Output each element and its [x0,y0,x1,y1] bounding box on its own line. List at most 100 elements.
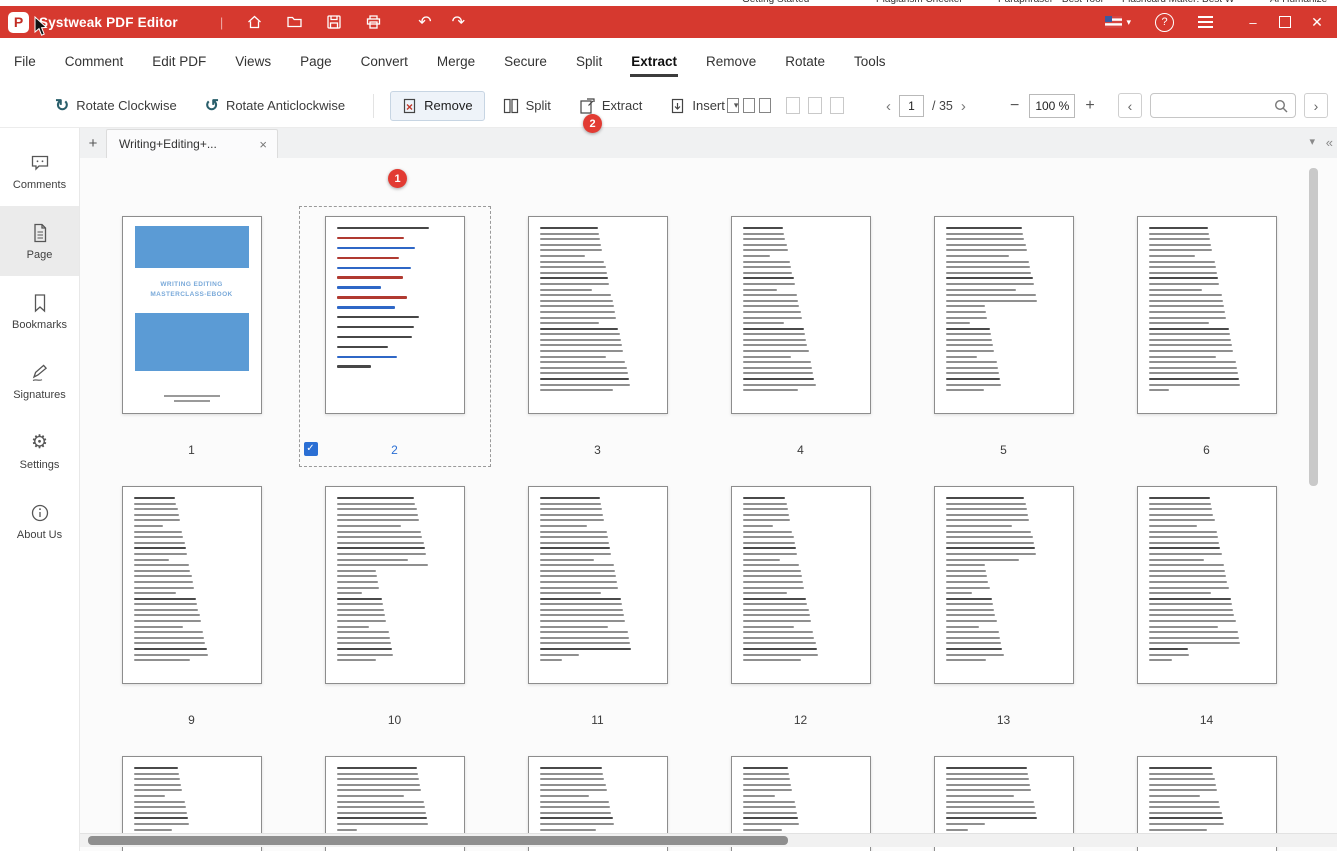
close-window-button[interactable]: ✕ [1301,6,1333,38]
previous-page-icon[interactable]: ‹ [886,99,891,114]
text-line [1148,508,1213,511]
text-line [336,524,402,527]
menu-remove[interactable]: Remove [705,50,757,73]
menu-convert[interactable]: Convert [360,50,409,73]
find-next-button[interactable]: › [1304,93,1328,118]
page-thumbnail[interactable] [121,486,262,684]
page-cell[interactable]: 11 [496,476,699,746]
thumbnail-size-large-toggle[interactable] [786,97,844,114]
page-thumbnail[interactable]: WRITING EDITING MASTERCLASS-EBOOK [121,216,262,414]
page-cell[interactable]: 6 [1105,206,1308,476]
page-thumbnail[interactable] [933,486,1074,684]
menu-comment[interactable]: Comment [64,50,125,73]
menu-merge[interactable]: Merge [436,50,476,73]
page-cell[interactable]: 3 [496,206,699,476]
zoom-level[interactable]: 100 % [1029,94,1076,118]
vertical-scrollbar[interactable] [1309,168,1318,486]
sidebar-item-about-us[interactable]: About Us [0,486,79,556]
menu-file[interactable]: File [13,50,37,73]
sidebar-item-comments[interactable]: Comments [0,136,79,206]
document-tab[interactable]: Writing+Editing+... × [106,129,278,158]
rotate-anticlockwise-button[interactable]: ↺ Rotate Anticlockwise [205,96,345,116]
menu-rotate[interactable]: Rotate [784,50,826,73]
page-thumbnail[interactable] [527,486,668,684]
menu-split[interactable]: Split [575,50,603,73]
page-thumbnail[interactable] [324,216,465,414]
page-number-input[interactable] [899,95,924,117]
print-icon[interactable] [365,6,382,38]
sidebar-item-page[interactable]: Page [0,206,79,276]
sidebar-collapse-icon[interactable]: « [1326,135,1333,150]
page-thumbnail[interactable] [324,486,465,684]
find-previous-button[interactable]: ‹ [1118,93,1142,118]
undo-icon[interactable]: ↶ [418,6,431,38]
sidebar-item-settings[interactable]: ⚙ Settings [0,416,79,486]
page-cell[interactable]: ✓ 2 [293,206,496,476]
text-line [1148,366,1237,369]
save-icon[interactable] [326,6,342,38]
hamburger-menu-icon[interactable] [1198,16,1213,28]
page-cell[interactable]: 9 [90,476,293,746]
page-thumbnail[interactable] [1136,486,1277,684]
zoom-out-icon[interactable]: − [1010,98,1019,114]
sidebar: Comments Page Bookmarks Signatures ⚙ Set… [0,128,80,851]
text-line [539,597,621,600]
page-cell[interactable]: 13 [902,476,1105,746]
text-line [539,564,614,567]
redo-icon[interactable]: ↷ [452,6,465,38]
text-line [945,547,1035,550]
page-cell[interactable]: 5 [902,206,1105,476]
page-thumbnail[interactable] [1136,216,1277,414]
page-thumbnail[interactable] [933,216,1074,414]
page-thumbnail[interactable] [730,216,871,414]
new-tab-button[interactable]: + [80,130,106,158]
sidebar-item-signatures[interactable]: Signatures [0,346,79,416]
close-tab-icon[interactable]: × [259,137,267,152]
titlebar-separator: | [219,14,224,30]
home-icon[interactable] [246,6,263,38]
text-line [945,232,1024,235]
page-cell[interactable]: 12 [699,476,902,746]
page-checkbox-icon[interactable]: ✓ [303,442,318,456]
menu-views[interactable]: Views [234,50,272,73]
text-line [1148,778,1215,781]
help-icon[interactable]: ? [1155,12,1174,32]
split-button[interactable]: Split [503,98,551,114]
thumbnail-size-small-toggle[interactable] [727,98,771,113]
open-folder-icon[interactable] [286,6,303,38]
page-cell[interactable]: 4 [699,206,902,476]
text-line [742,586,804,589]
page-cell[interactable]: WRITING EDITING MASTERCLASS-EBOOK 1 [90,206,293,476]
text-line [1148,338,1231,341]
text-line [742,552,798,555]
rotate-clockwise-button[interactable]: ↻ Rotate Clockwise [55,96,177,116]
next-page-icon[interactable]: › [961,99,966,114]
text-line [1148,227,1208,229]
minimize-button[interactable]: – [1237,6,1269,38]
menu-tools[interactable]: Tools [853,50,887,73]
menu-edit-pdf[interactable]: Edit PDF [151,50,207,73]
page-number: 6 [1203,443,1210,457]
page-thumbnail[interactable] [730,486,871,684]
menu-page[interactable]: Page [299,50,333,73]
extract-button[interactable]: Extract [579,97,642,114]
zoom-in-icon[interactable]: + [1085,98,1094,114]
horizontal-scrollbar[interactable] [88,836,788,845]
text-line [539,333,620,336]
text-line [336,276,403,279]
search-input[interactable] [1158,96,1272,117]
menu-extract[interactable]: Extract [630,50,678,77]
text-line [1148,592,1212,595]
remove-button[interactable]: Remove [390,90,485,121]
menu-secure[interactable]: Secure [503,50,548,73]
page-number-row: 5 [908,440,1100,460]
language-selector[interactable]: ▾ [1105,16,1131,28]
page-thumbnail[interactable] [527,216,668,414]
page-cell[interactable]: 10 [293,476,496,746]
text-line [1148,350,1234,353]
panel-collapse-icon[interactable]: ▾ [1309,135,1315,148]
text-line [945,266,1031,269]
sidebar-item-bookmarks[interactable]: Bookmarks [0,276,79,346]
maximize-button[interactable] [1269,6,1301,38]
page-cell[interactable]: 14 [1105,476,1308,746]
